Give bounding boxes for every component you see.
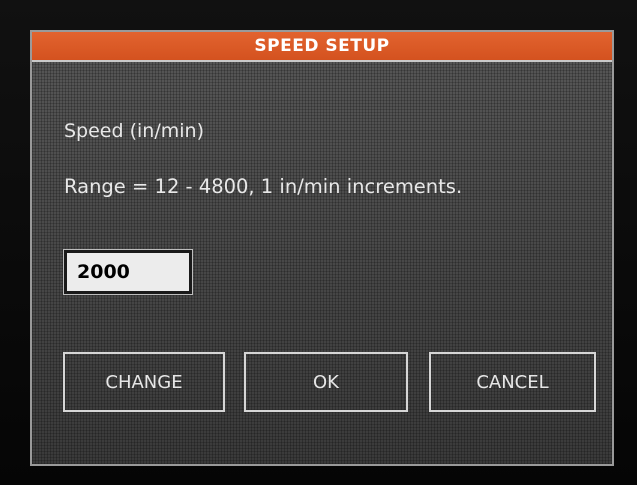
dialog-title: SPEED SETUP: [254, 36, 390, 56]
device-bezel: SPEED SETUP Speed (in/min) Range = 12 - …: [0, 0, 637, 485]
speed-input[interactable]: 2000: [63, 249, 193, 295]
speed-label: Speed (in/min): [64, 120, 204, 142]
speed-setup-dialog: SPEED SETUP Speed (in/min) Range = 12 - …: [30, 30, 614, 466]
cancel-button[interactable]: CANCEL: [429, 352, 596, 412]
dialog-titlebar: SPEED SETUP: [32, 32, 612, 62]
change-button[interactable]: CHANGE: [63, 352, 225, 412]
range-label: Range = 12 - 4800, 1 in/min increments.: [64, 175, 463, 198]
ok-button[interactable]: OK: [244, 352, 408, 412]
